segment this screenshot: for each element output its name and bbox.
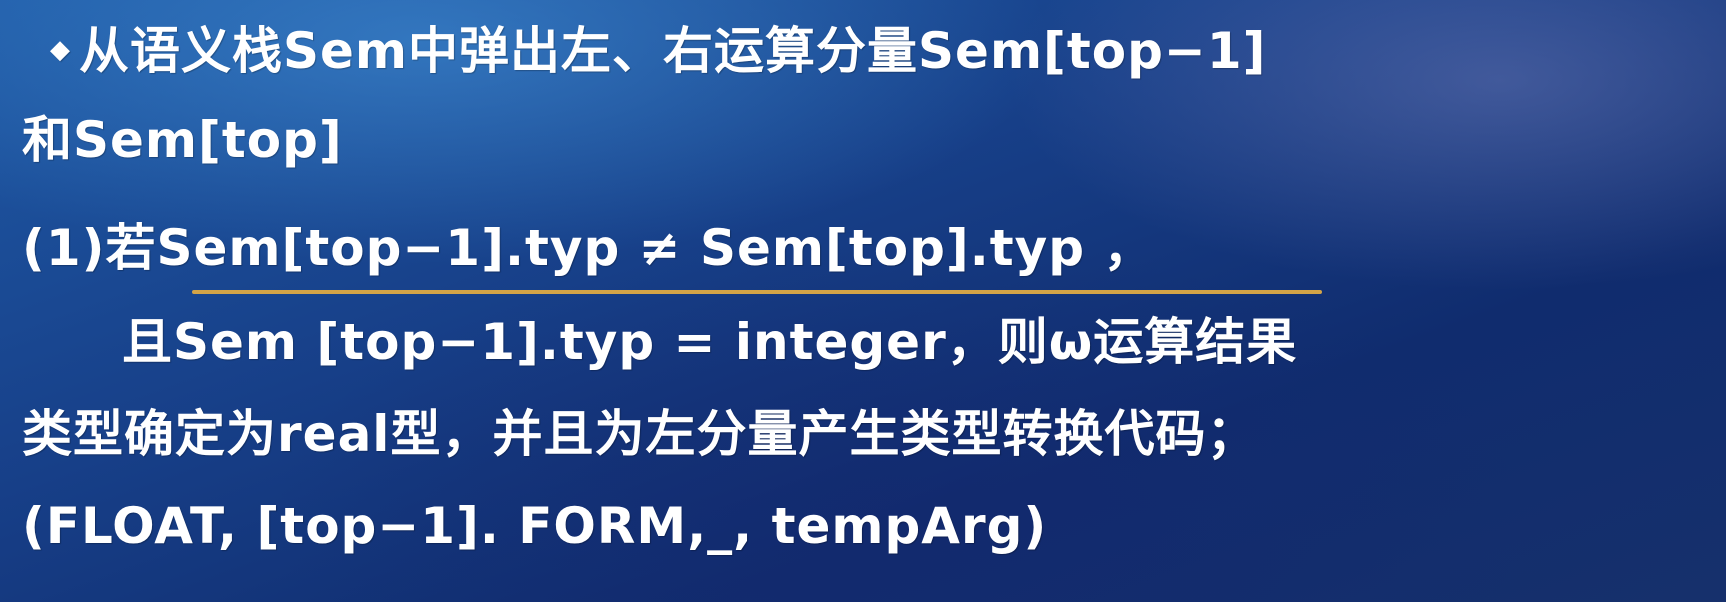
line-1: ◆ 从语义栈Sem中弹出左、右运算分量Sem[top−1] [50, 20, 1266, 81]
line-2: 和Sem[top] [22, 111, 343, 169]
diamond-bullet-icon: ◆ [50, 35, 71, 65]
line-4-text: 且Sem [top−1].typ = integer，则ω运算结果 [122, 313, 1298, 371]
line-6: (FLOAT, [top−1]. FORM,_, tempArg) [22, 497, 1048, 555]
line-4: 且Sem [top−1].typ = integer，则ω运算结果 [22, 312, 1297, 372]
line-3-prefix: (1)若 [22, 219, 157, 277]
line-3: (1)若Sem[top−1].typ ≠ Sem[top].typ ， [22, 218, 1154, 278]
line-3-suffix: ， [1085, 219, 1155, 277]
slide: ◆ 从语义栈Sem中弹出左、右运算分量Sem[top−1] 和Sem[top] (… [0, 0, 1726, 602]
line-3-condition: Sem[top−1].typ ≠ Sem[top].typ [156, 219, 1085, 277]
line-5: 类型确定为real型，并且为左分量产生类型转换代码； [22, 405, 1258, 463]
condition-underline [192, 290, 1322, 294]
line-1-text: 从语义栈Sem中弹出左、右运算分量Sem[top−1] [79, 22, 1267, 80]
